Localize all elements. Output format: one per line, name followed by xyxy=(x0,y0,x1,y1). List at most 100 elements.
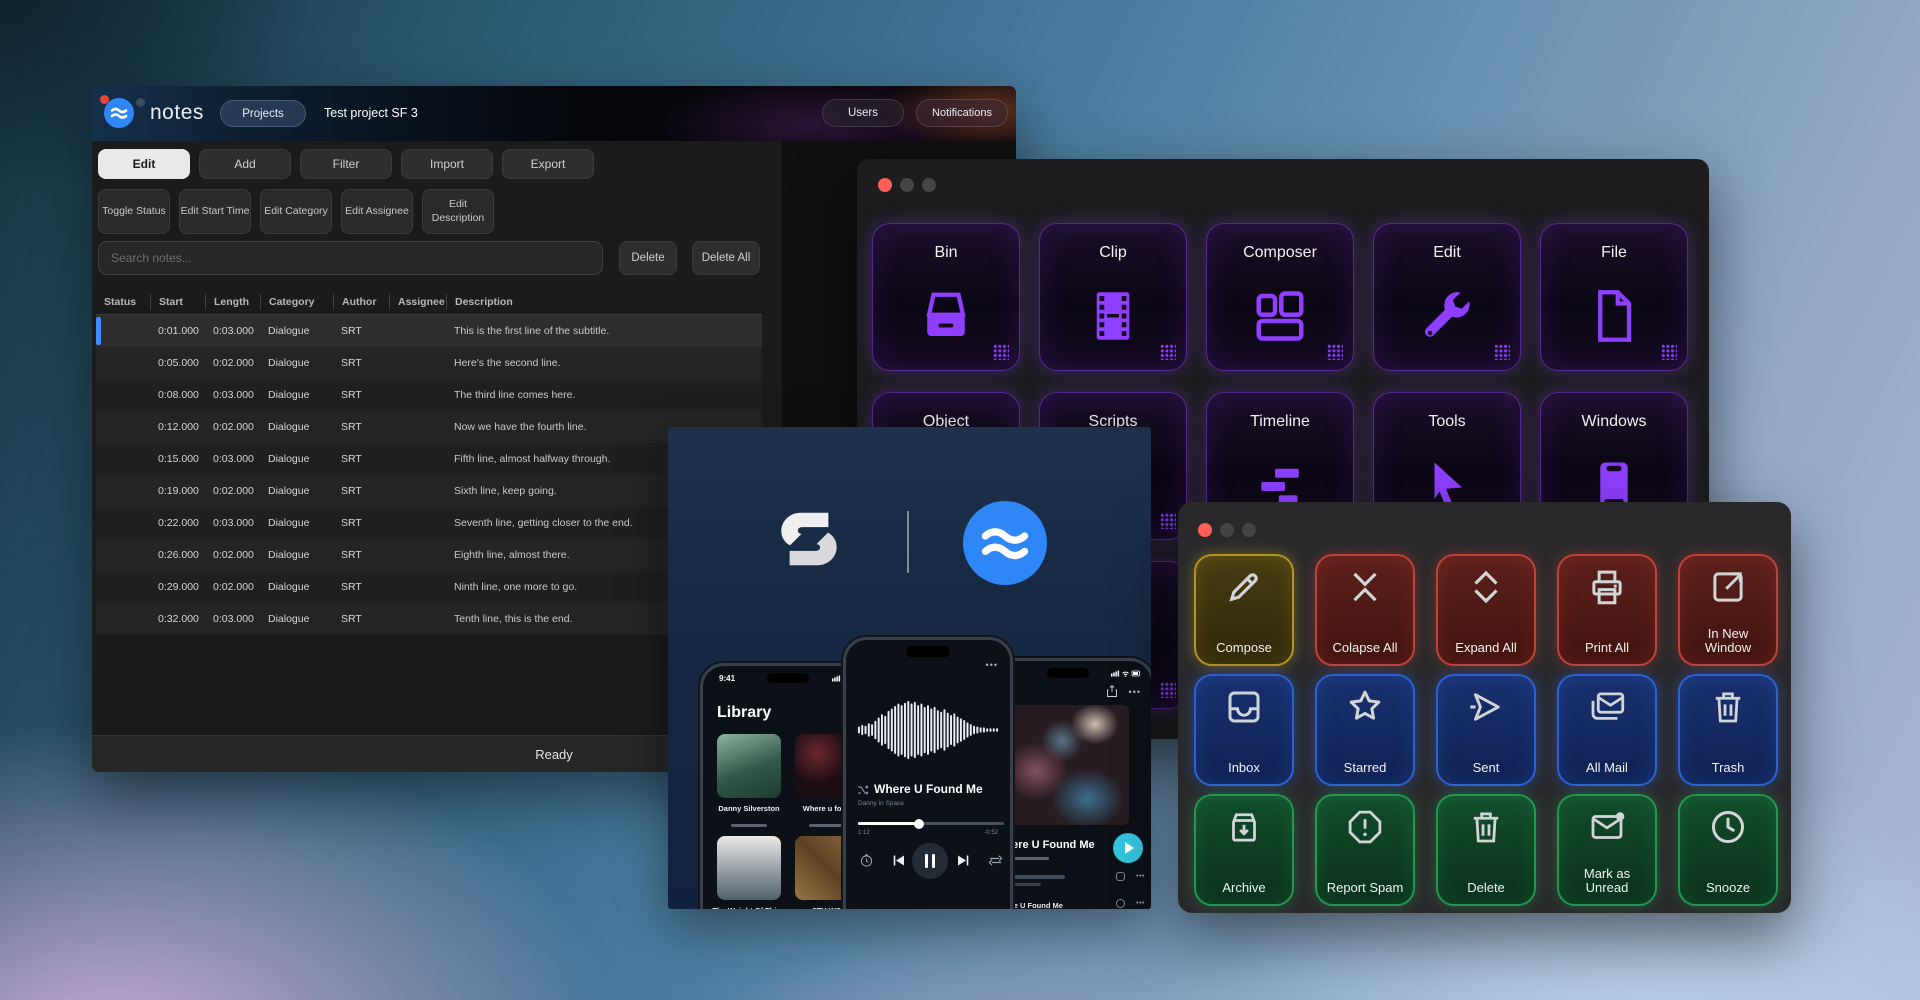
progress-handle[interactable] xyxy=(914,819,924,829)
zoom-button[interactable] xyxy=(1242,523,1256,537)
table-row[interactable]: 0:19.0000:02.000DialogueSRTSixth line, k… xyxy=(96,475,762,507)
more-icon: ••• xyxy=(1136,873,1145,880)
search-input[interactable] xyxy=(98,241,603,275)
star-icon xyxy=(1344,686,1386,728)
mail-tile-sent[interactable]: Sent xyxy=(1436,674,1536,786)
table-row[interactable]: 0:01.0000:03.000DialogueSRTThis is the f… xyxy=(96,315,762,347)
elapsed-time: 1:12 xyxy=(858,830,870,836)
mail-tile-print-all[interactable]: Print All xyxy=(1557,554,1657,666)
column-header[interactable]: Description xyxy=(446,294,762,310)
mail-tile-inbox[interactable]: Inbox xyxy=(1194,674,1294,786)
table-row[interactable]: 0:29.0000:02.000DialogueSRTNinth line, o… xyxy=(96,571,762,603)
column-header[interactable]: Length xyxy=(205,294,260,310)
share-icon xyxy=(1107,685,1117,697)
mail-tile-delete[interactable]: Delete xyxy=(1436,794,1536,906)
table-row[interactable]: 0:15.0000:03.000DialogueSRTFifth line, a… xyxy=(96,443,762,475)
mail-tile-snooze[interactable]: Snooze xyxy=(1678,794,1778,906)
table-row[interactable]: 0:12.0000:02.000DialogueSRTNow we have t… xyxy=(96,411,762,443)
mail-tile-mark-as-unread[interactable]: Mark as Unread xyxy=(1557,794,1657,906)
mail-tile-in-new-window[interactable]: In New Window xyxy=(1678,554,1778,666)
unread-icon xyxy=(1586,806,1628,848)
wrench-icon xyxy=(1417,286,1477,346)
add-button[interactable]: Add xyxy=(199,149,291,179)
import-button[interactable]: Import xyxy=(401,149,493,179)
status-icons xyxy=(1111,670,1141,677)
column-header[interactable]: Status xyxy=(96,294,150,310)
more-icon: ••• xyxy=(986,660,998,670)
close-button[interactable] xyxy=(878,178,892,192)
layout-icon xyxy=(1250,286,1310,346)
edit-category-button[interactable]: Edit Category xyxy=(260,189,332,234)
promo-image: 9:41 ＋ Library Danny Silverston Where u … xyxy=(668,427,1151,909)
table-row[interactable]: 0:08.0000:03.000DialogueSRTThe third lin… xyxy=(96,379,762,411)
table-row[interactable]: 0:32.0000:03.000DialogueSRTTenth line, t… xyxy=(96,603,762,635)
album-title: The Weight Of Thing To Come xyxy=(709,906,789,909)
mail-tile-trash[interactable]: Trash xyxy=(1678,674,1778,786)
panel-tile-file[interactable]: File xyxy=(1540,223,1688,371)
album-subtitle-bar xyxy=(731,824,767,827)
mail-tile-compose[interactable]: Compose xyxy=(1194,554,1294,666)
users-button[interactable]: Users xyxy=(822,99,904,127)
filter-button[interactable]: Filter xyxy=(300,149,392,179)
project-title: Test project SF 3 xyxy=(324,106,418,120)
notifications-button[interactable]: Notifications xyxy=(916,99,1008,127)
grid-dots-icon xyxy=(1160,344,1176,360)
panel-tile-edit[interactable]: Edit xyxy=(1373,223,1521,371)
previous-track-icon xyxy=(892,854,906,867)
app-title: notes xyxy=(150,101,204,125)
album-art xyxy=(717,836,781,900)
panel-tile-bin[interactable]: Bin xyxy=(872,223,1020,371)
grid-dots-icon xyxy=(1160,513,1176,529)
track-subtitle: Danny in Space xyxy=(858,800,904,807)
panel-tile-composer[interactable]: Composer xyxy=(1206,223,1354,371)
grid-dots-icon xyxy=(1160,682,1176,698)
delete-button[interactable]: Delete xyxy=(619,241,677,275)
table-row[interactable]: 0:26.0000:02.000DialogueSRTEighth line, … xyxy=(96,539,762,571)
table-row[interactable]: 0:05.0000:02.000DialogueSRTHere's the se… xyxy=(96,347,762,379)
pencil-icon xyxy=(1223,566,1265,608)
column-header[interactable]: Start xyxy=(150,294,205,310)
toggle-status-button[interactable]: Toggle Status xyxy=(98,189,170,234)
column-header[interactable]: Category xyxy=(260,294,333,310)
minimize-button[interactable] xyxy=(900,178,914,192)
mail-tile-colapse-all[interactable]: Colapse All xyxy=(1315,554,1415,666)
table-row[interactable]: 0:22.0000:03.000DialogueSRTSeventh line,… xyxy=(96,507,762,539)
mail-tile-archive[interactable]: Archive xyxy=(1194,794,1294,906)
bin-icon xyxy=(916,286,976,346)
edit-tab-button[interactable]: Edit xyxy=(98,149,190,179)
mail-tile-all-mail[interactable]: All Mail xyxy=(1557,674,1657,786)
mail-window: Compose Colapse All Expand All Print All… xyxy=(1178,502,1791,913)
album-art xyxy=(717,734,781,798)
minimize-button[interactable] xyxy=(1220,523,1234,537)
spam-icon xyxy=(1344,806,1386,848)
column-header[interactable]: Assignee xyxy=(389,294,446,310)
expand-icon xyxy=(1465,566,1507,608)
column-header[interactable]: Author xyxy=(333,294,389,310)
subtitles-table: Status Start Length Category Author Assi… xyxy=(96,289,762,635)
waves-logo-icon xyxy=(104,98,134,128)
collapse-icon xyxy=(1344,566,1386,608)
export-button[interactable]: Export xyxy=(502,149,594,179)
close-button[interactable] xyxy=(1198,523,1212,537)
dynamic-island xyxy=(906,646,950,657)
edit-start-time-button[interactable]: Edit Start Time xyxy=(179,189,251,234)
notes-titlebar: notes Projects Test project SF 3 Users N… xyxy=(92,86,1016,141)
panel-tile-clip[interactable]: Clip xyxy=(1039,223,1187,371)
projects-button[interactable]: Projects xyxy=(220,100,306,127)
more-icon: ••• xyxy=(1136,900,1145,907)
timer-icon xyxy=(860,854,873,867)
shuffle-icon xyxy=(858,785,868,795)
edit-description-button[interactable]: Edit Description xyxy=(422,189,494,234)
delete-all-button[interactable]: Delete All xyxy=(692,241,760,275)
grid-dots-icon xyxy=(1494,344,1510,360)
zoom-button[interactable] xyxy=(922,178,936,192)
s-monogram-logo-icon xyxy=(773,497,845,581)
mail-tile-expand-all[interactable]: Expand All xyxy=(1436,554,1536,666)
dynamic-island xyxy=(1047,668,1089,678)
mail-tile-starred[interactable]: Starred xyxy=(1315,674,1415,786)
dynamic-island xyxy=(767,673,809,683)
edit-assignee-button[interactable]: Edit Assignee xyxy=(341,189,413,234)
check-icon xyxy=(1116,899,1125,908)
mail-tile-report-spam[interactable]: Report Spam xyxy=(1315,794,1415,906)
divider xyxy=(907,511,909,573)
